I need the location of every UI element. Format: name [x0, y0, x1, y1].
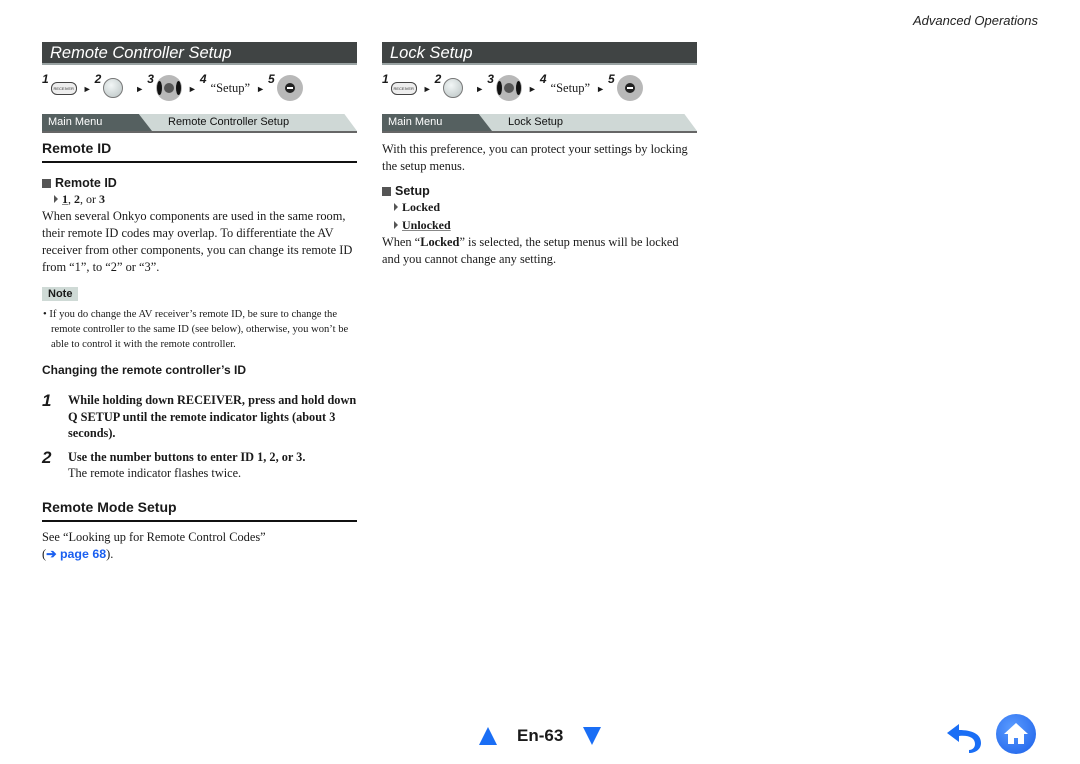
note-body: If you do change the AV receiver’s remot… [49, 309, 349, 350]
bold-text: Locked [420, 235, 460, 249]
step-number: 1 [42, 72, 49, 86]
left-column: Remote Controller Setup 1 RECEIVER ► 2 ►… [42, 42, 357, 563]
home-button-icon [443, 78, 464, 98]
step-number: 5 [608, 72, 615, 86]
instruction-step: 2 Use the number buttons to enter ID 1, … [42, 449, 357, 482]
home-button-icon [103, 78, 124, 98]
home-icon [1004, 723, 1028, 744]
navigation-steps: 1 RECEIVER ► 2 ► 3 ► 4 “Setup” ► 5 [382, 71, 697, 105]
step-instruction: Use the number buttons to enter ID 1, 2,… [68, 449, 306, 464]
section-label: Advanced Operations [912, 13, 1038, 28]
section-title-bar: Remote Controller Setup [42, 42, 357, 65]
step-number: 5 [268, 72, 275, 86]
note-label: Note [42, 287, 79, 301]
remote-mode-heading: Remote Mode Setup [42, 499, 357, 522]
step-number: 2 [42, 447, 52, 467]
receiver-button-icon: RECEIVER [50, 81, 77, 95]
lock-setup-intro: With this preference, you can protect yo… [382, 142, 688, 173]
dpad-left-right-icon [495, 75, 522, 101]
square-bullet-icon [382, 186, 391, 196]
receiver-button-icon: RECEIVER [390, 81, 417, 95]
changing-id-heading: Changing the remote controller’s ID [42, 363, 247, 377]
arrow-icon: ► [475, 84, 485, 94]
back-button[interactable] [945, 720, 985, 754]
remote-id-subheading-text: Remote ID [55, 176, 117, 190]
menu-path-main[interactable]: Main Menu [42, 114, 152, 131]
triangle-bullet-icon [394, 221, 398, 229]
step-number: 4 [539, 72, 547, 86]
step-number: 3 [487, 72, 494, 86]
menu-path-main[interactable]: Main Menu [382, 114, 492, 131]
setup-subheading-text: Setup [395, 184, 430, 198]
dpad-left-right-icon [155, 75, 182, 101]
arrow-icon: ► [527, 84, 537, 94]
remote-id-heading: Remote ID [42, 140, 357, 163]
paren: ). [106, 546, 114, 561]
setup-menu-item-text: “Setup” [550, 80, 591, 95]
back-arrow-icon [947, 724, 981, 753]
arrow-icon: ► [256, 84, 266, 94]
next-page-button[interactable] [583, 727, 601, 745]
step-number: 1 [42, 391, 52, 410]
instruction-step: 1 While holding down RECEIVER, press and… [42, 392, 357, 442]
lock-setup-description: When “Locked” is selected, the setup men… [382, 234, 697, 268]
arrow-icon: ► [135, 84, 145, 94]
step-number: 1 [382, 72, 389, 86]
text: When “ [382, 235, 421, 249]
triangle-bullet-icon [54, 195, 58, 203]
note-text: • If you do change the AV receiver’s rem… [43, 309, 349, 350]
step-number: 3 [147, 72, 154, 86]
home-button[interactable] [996, 714, 1036, 754]
remote-mode-description: See “Looking up for Remote Control Codes… [42, 529, 357, 563]
remote-id-subheading: Remote ID [42, 176, 357, 190]
setup-subheading: Setup [382, 184, 697, 198]
menu-path-current: Remote Controller Setup [168, 116, 290, 128]
right-column: Lock Setup 1 RECEIVER ► 2 ► 3 ► 4 “Setup… [382, 42, 697, 268]
arrow-icon: ► [596, 84, 606, 94]
step-text: While holding down RECEIVER, press and h… [68, 393, 357, 440]
option-unlocked: Unlocked [394, 216, 697, 234]
setup-menu-item-text: “Setup” [210, 80, 251, 95]
separator: , [68, 192, 71, 206]
step-result: The remote indicator flashes twice. [68, 466, 242, 480]
menu-path-current: Lock Setup [508, 116, 564, 128]
step-number: 2 [434, 72, 442, 86]
arrow-icon: ► [422, 84, 432, 94]
menu-path: Main Menu Lock Setup [382, 114, 697, 133]
arrow-icon: ► [82, 84, 92, 94]
dpad-enter-icon [616, 75, 643, 101]
remote-id-options: 1, 2, or 3 [54, 190, 357, 208]
step-number: 4 [199, 72, 207, 86]
page-68-link[interactable]: ➔ page 68 [46, 547, 106, 561]
option: 3 [99, 192, 105, 206]
option-locked-text: Locked [402, 200, 441, 214]
triangle-bullet-icon [394, 203, 398, 211]
step-number: 2 [94, 72, 102, 86]
square-bullet-icon [42, 178, 51, 188]
remote-id-description: When several Onkyo components are used i… [42, 209, 353, 274]
option-locked: Locked [394, 198, 697, 216]
navigation-steps: 1 RECEIVER ► 2 ► 3 ► 4 “Setup” ► 5 [42, 71, 357, 105]
page-number: En-63 [517, 726, 564, 745]
remote-mode-text: See “Looking up for Remote Control Codes… [42, 529, 266, 544]
separator: , or [80, 192, 96, 206]
dpad-enter-icon [276, 75, 303, 101]
menu-path: Main Menu Remote Controller Setup [42, 114, 357, 133]
section-title-bar: Lock Setup [382, 42, 697, 65]
option-unlocked-text: Unlocked [402, 218, 451, 232]
arrow-icon: ► [187, 84, 197, 94]
step-text: Use the number buttons to enter ID 1, 2,… [68, 449, 305, 482]
previous-page-button[interactable] [479, 727, 497, 745]
